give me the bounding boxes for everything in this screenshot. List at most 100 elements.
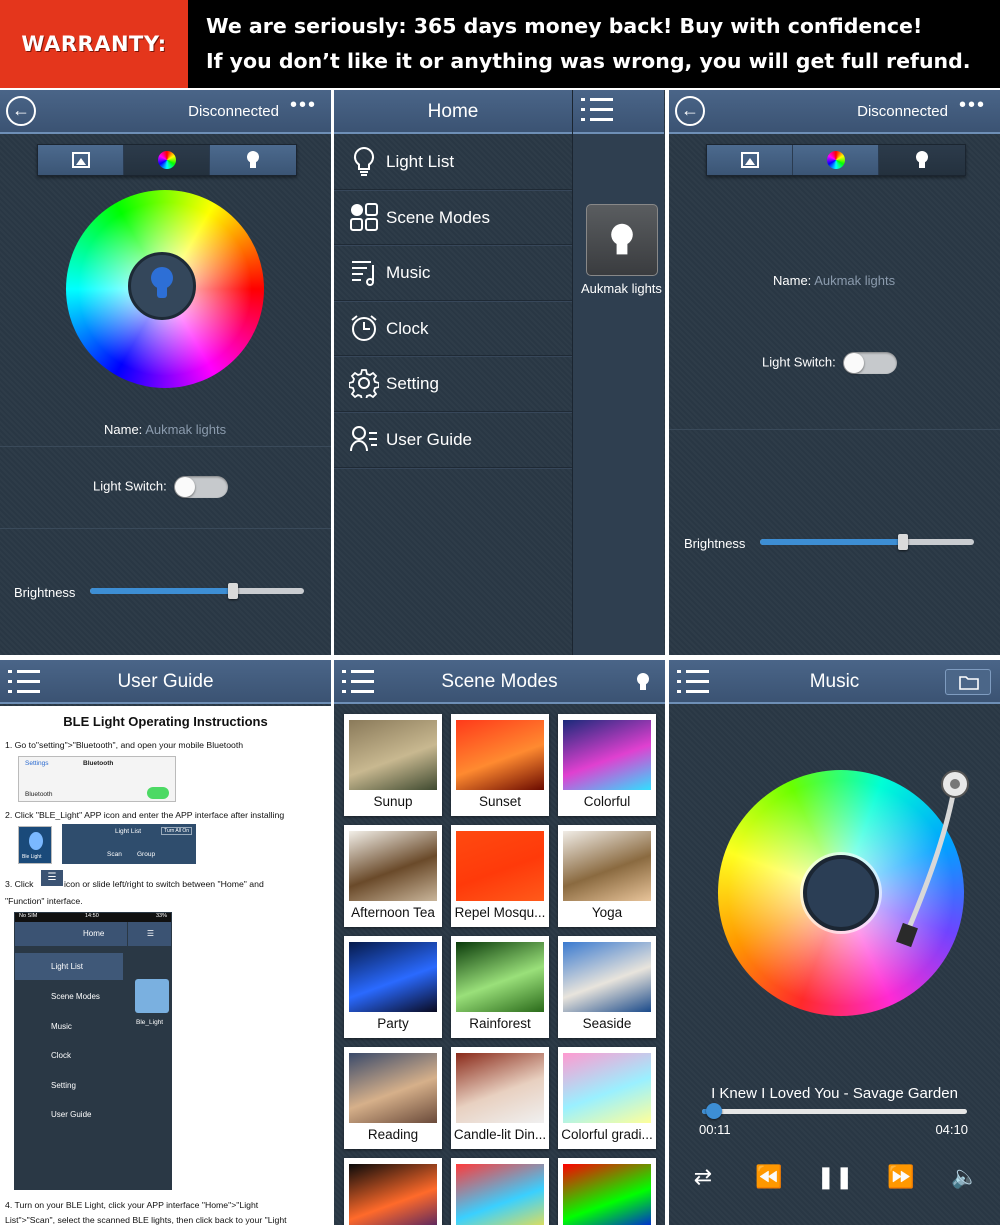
mini-group-button: Group	[137, 851, 156, 858]
wheel-center-button[interactable]	[128, 252, 196, 320]
volume-icon[interactable]: 🔈	[945, 1165, 985, 1190]
guide-step-4a: 4. Turn on your BLE Light, click your AP…	[5, 1200, 259, 1210]
scene-thumbnail	[563, 831, 651, 901]
rewind-icon[interactable]: ⏪	[749, 1165, 789, 1190]
menu-item-music[interactable]: Music	[334, 245, 572, 301]
name-value: Aukmak lights	[145, 422, 227, 437]
scene-card[interactable]: Reading	[344, 1047, 442, 1149]
warranty-line-2: If you don’t like it or anything was wro…	[206, 49, 971, 73]
scene-label: Candle-lit Din...	[453, 1127, 547, 1142]
pause-icon[interactable]: ❚❚	[815, 1165, 855, 1190]
brightness-slider-thumb[interactable]	[228, 583, 239, 599]
menu-item-label: Setting	[386, 374, 439, 394]
scene-card[interactable]: Seaside	[558, 936, 656, 1038]
tab-color[interactable]	[793, 145, 879, 175]
mini-menu-item-1: Scene Modes	[51, 992, 100, 1001]
scene-card[interactable]: Colorful gradi...	[558, 1047, 656, 1149]
mode-tabs	[706, 144, 966, 176]
tab-white-light[interactable]	[210, 145, 296, 175]
scene-thumbnail	[563, 720, 651, 790]
scene-card[interactable]: Sunup	[344, 714, 442, 816]
more-options-icon[interactable]: •••	[290, 94, 317, 117]
mini-status-right: 33%	[155, 913, 167, 919]
tab-photo[interactable]	[707, 145, 793, 175]
menu-item-label: User Guide	[386, 429, 472, 449]
device-sidebar: Aukmak lights	[572, 90, 664, 655]
menu-item-scene-modes[interactable]: Scene Modes	[334, 190, 572, 246]
scene-thumbnail	[563, 1164, 651, 1225]
light-switch-toggle[interactable]	[174, 476, 229, 498]
tab-color[interactable]	[124, 145, 210, 175]
mini-home-title: Home	[83, 929, 105, 938]
scene-label: Repel Mosqu...	[454, 905, 546, 920]
device-name-row: Name: Aukmak lights	[773, 273, 895, 288]
scene-card[interactable]: Yoga	[558, 825, 656, 927]
home-screen: Home Aukmak lights Light List Scene Mode…	[334, 90, 665, 655]
playback-progress-thumb[interactable]	[705, 1103, 722, 1119]
brightness-slider[interactable]	[90, 583, 304, 599]
white-light-screen: ← Disconnected ••• Name: Aukmak lights L…	[669, 90, 1000, 655]
record-center	[803, 855, 879, 931]
scene-label: Reading	[367, 1127, 419, 1142]
scene-card[interactable]	[558, 1158, 656, 1225]
device-card[interactable]	[586, 204, 658, 276]
user-guide-icon	[348, 424, 380, 456]
light-switch-toggle[interactable]	[843, 352, 898, 374]
mini-app-label: Ble Light	[22, 854, 42, 860]
scene-card[interactable]: Colorful	[558, 714, 656, 816]
light-switch-label: Light Switch:	[93, 478, 167, 494]
color-screen: ← Disconnected ••• Name: Aukmak lights L…	[0, 90, 331, 655]
scene-card[interactable]: Party	[344, 936, 442, 1038]
scene-card[interactable]: Sunset	[451, 714, 549, 816]
scene-thumbnail	[349, 720, 437, 790]
tab-white-light[interactable]	[879, 145, 965, 175]
mini-status-time: 14:50	[85, 913, 99, 919]
scene-card[interactable]: Repel Mosqu...	[451, 825, 549, 927]
bulb-icon	[247, 151, 259, 169]
scene-card[interactable]	[344, 1158, 442, 1225]
home-menu: Light List Scene Modes Music Clock Setti…	[334, 134, 572, 468]
playback-progress[interactable]	[702, 1103, 967, 1119]
scene-thumbnail	[349, 831, 437, 901]
mini-menu-item-5: User Guide	[51, 1110, 92, 1119]
scene-card[interactable]: Candle-lit Din...	[451, 1047, 549, 1149]
menu-icon[interactable]	[581, 98, 613, 122]
mini-status-left: No SIM	[19, 913, 38, 919]
brightness-slider-thumb[interactable]	[898, 534, 909, 550]
bulb-icon	[916, 151, 928, 169]
scene-card[interactable]	[451, 1158, 549, 1225]
user-guide-screen: User Guide BLE Light Operating Instructi…	[0, 660, 331, 1225]
alarm-clock-icon	[348, 313, 380, 345]
device-label: Aukmak lights	[581, 281, 662, 296]
grid-icon	[348, 202, 380, 234]
music-record-disc[interactable]	[718, 770, 964, 1016]
scene-label: Colorful gradi...	[561, 1127, 653, 1142]
menu-item-light-list[interactable]: Light List	[334, 134, 572, 190]
home-header: Home	[334, 90, 572, 134]
guide-step-4b: List">"Scan", select the scanned BLE lig…	[5, 1215, 287, 1225]
menu-item-setting[interactable]: Setting	[334, 356, 572, 412]
scene-card[interactable]: Rainforest	[451, 936, 549, 1038]
name-label: Name:	[104, 422, 143, 437]
side-header	[573, 90, 664, 134]
tab-photo[interactable]	[38, 145, 124, 175]
menu-item-user-guide[interactable]: User Guide	[334, 412, 572, 468]
scene-modes-title: Scene Modes	[441, 671, 558, 692]
bulb-outline-icon	[348, 146, 380, 178]
back-arrow-icon[interactable]: ←	[675, 96, 705, 126]
repeat-icon[interactable]: ⇄	[683, 1165, 723, 1190]
fast-forward-icon[interactable]: ⏩	[881, 1165, 921, 1190]
elapsed-time: 00:11	[699, 1122, 731, 1137]
scene-card[interactable]: Afternoon Tea	[344, 825, 442, 927]
bulb-icon[interactable]	[637, 673, 649, 691]
menu-item-clock[interactable]: Clock	[334, 301, 572, 357]
scene-modes-screen: Scene Modes Sunup Sunset Colorful Afternoon…	[334, 660, 665, 1225]
back-arrow-icon[interactable]: ←	[6, 96, 36, 126]
color-palette-icon	[157, 151, 176, 169]
more-options-icon[interactable]: •••	[959, 94, 986, 117]
light-switch-row: Light Switch:	[93, 476, 229, 498]
mini-device-card	[135, 979, 169, 1013]
brightness-slider[interactable]	[760, 534, 974, 550]
color-wheel[interactable]	[66, 190, 264, 388]
folder-button[interactable]	[945, 669, 991, 695]
